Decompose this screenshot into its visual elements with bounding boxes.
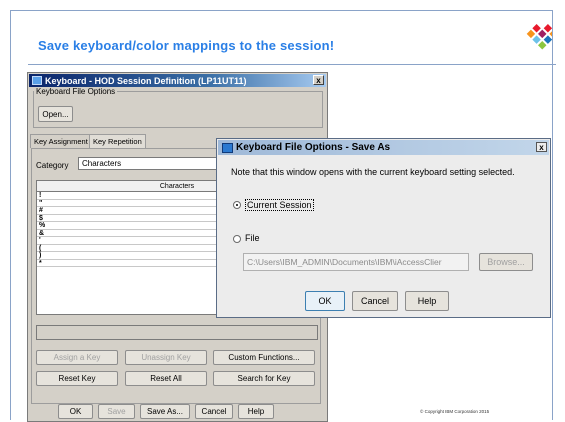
logo-icon xyxy=(526,24,552,50)
copyright-text: © Copyright IBM Corporation 2015 xyxy=(420,409,490,414)
cancel-button[interactable]: Cancel xyxy=(195,404,233,419)
current-session-radio[interactable] xyxy=(233,201,241,209)
category-label: Category xyxy=(36,161,69,170)
save-as-dialog-titlebar: Keyboard File Options - Save As x xyxy=(218,140,549,155)
open-button[interactable]: Open... xyxy=(38,106,73,122)
save-as-dialog: Keyboard File Options - Save As x Note t… xyxy=(216,138,551,318)
file-options-group xyxy=(33,91,323,128)
file-options-label: Keyboard File Options xyxy=(34,87,118,96)
search-for-key-button[interactable]: Search for Key xyxy=(213,371,315,386)
file-radio[interactable] xyxy=(233,235,241,243)
ok-button[interactable]: OK xyxy=(58,404,93,419)
help-button[interactable]: Help xyxy=(238,404,274,419)
keyboard-window-title: Keyboard - HOD Session Definition (LP11U… xyxy=(45,75,247,86)
reset-all-button[interactable]: Reset All xyxy=(125,371,207,386)
browse-button[interactable]: Browse... xyxy=(479,253,533,271)
file-path-field[interactable]: C:\Users\IBM_ADMIN\Documents\IBM\iAccess… xyxy=(243,253,469,271)
current-session-label[interactable]: Current Session xyxy=(245,199,314,211)
tab-key-repetition[interactable]: Key Repetition xyxy=(89,134,146,148)
title-divider xyxy=(28,64,556,65)
dialog-help-button[interactable]: Help xyxy=(405,291,449,311)
dialog-app-icon xyxy=(222,142,233,153)
save-button[interactable]: Save xyxy=(98,404,135,419)
category-select[interactable]: Characters xyxy=(78,157,218,170)
window-app-icon xyxy=(32,76,42,85)
keyboard-window-titlebar: Keyboard - HOD Session Definition (LP11U… xyxy=(29,74,326,87)
reset-key-button[interactable]: Reset Key xyxy=(36,371,118,386)
file-label[interactable]: File xyxy=(245,233,260,243)
tab-key-assignment[interactable]: Key Assignment xyxy=(30,134,92,148)
key-description-field xyxy=(36,325,318,340)
custom-functions-button[interactable]: Custom Functions... xyxy=(213,350,315,365)
dialog-ok-button[interactable]: OK xyxy=(305,291,345,311)
dialog-cancel-button[interactable]: Cancel xyxy=(352,291,398,311)
close-icon[interactable]: x xyxy=(313,75,324,85)
dialog-note: Note that this window opens with the cur… xyxy=(231,167,515,177)
unassign-key-button[interactable]: Unassign Key xyxy=(125,350,207,365)
slide-title: Save keyboard/color mappings to the sess… xyxy=(38,38,335,53)
save-as-button[interactable]: Save As... xyxy=(140,404,190,419)
assign-key-button[interactable]: Assign a Key xyxy=(36,350,118,365)
dialog-close-icon[interactable]: x xyxy=(536,142,547,152)
save-as-dialog-title: Keyboard File Options - Save As xyxy=(236,142,391,153)
